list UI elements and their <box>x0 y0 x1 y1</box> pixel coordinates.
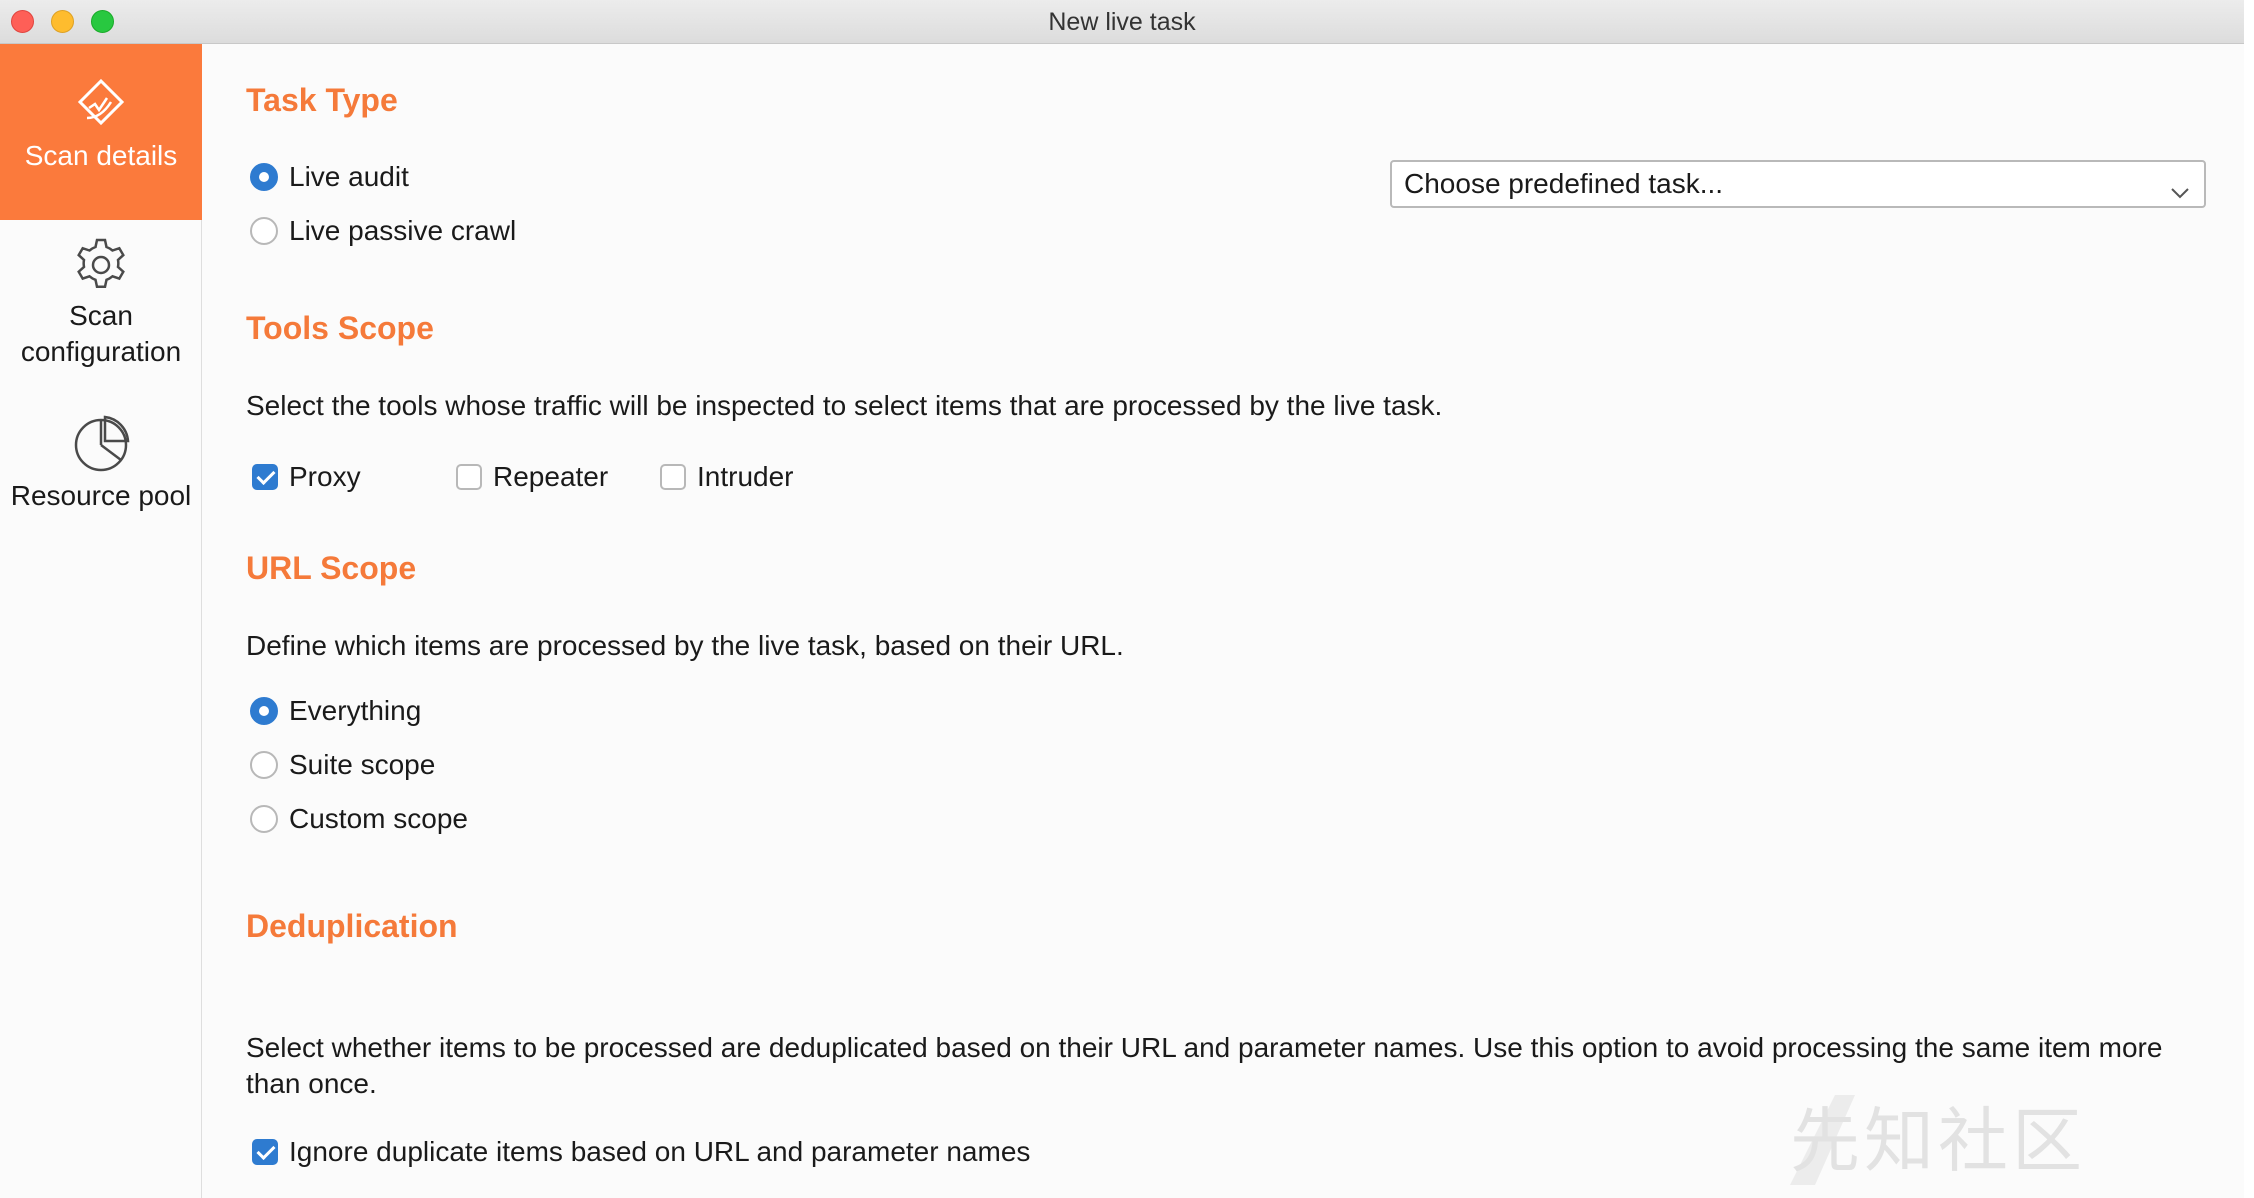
radio-suite-scope[interactable]: Suite scope <box>250 749 435 781</box>
main-content: Task Type Live audit Live passive crawl … <box>203 44 2244 1198</box>
checkbox-label: Intruder <box>697 461 794 492</box>
checkbox[interactable] <box>252 1139 278 1165</box>
sidebar-item-label: Scan configuration <box>20 300 182 367</box>
watermark: 先知社区 <box>1790 1102 2086 1180</box>
pie-chart-icon <box>0 414 202 474</box>
checkbox-repeater[interactable]: Repeater <box>456 461 608 493</box>
sidebar-item-scan-details[interactable]: Scan details <box>0 44 202 220</box>
radio-button[interactable] <box>250 805 278 833</box>
radio-button[interactable] <box>250 697 278 725</box>
radio-live-audit[interactable]: Live audit <box>250 161 409 193</box>
sidebar: Scan details Scan configuration Resource… <box>0 44 202 1198</box>
background-window-edge <box>2244 0 2254 1198</box>
radio-custom-scope[interactable]: Custom scope <box>250 803 468 835</box>
select-value: Choose predefined task... <box>1404 168 1724 199</box>
dialog-window: New live task Scan details Scan configur… <box>0 0 2244 1198</box>
checkbox[interactable] <box>252 464 278 490</box>
title-bar: New live task <box>0 0 2244 44</box>
checkbox-label: Ignore duplicate items based on URL and … <box>289 1136 1031 1167</box>
checkbox-intruder[interactable]: Intruder <box>660 461 794 493</box>
chevron-down-icon <box>2170 175 2190 207</box>
radio-live-passive-crawl[interactable]: Live passive crawl <box>250 215 516 247</box>
url-scope-heading: URL Scope <box>246 550 417 586</box>
radio-label: Suite scope <box>289 749 436 780</box>
checkbox-label: Proxy <box>289 461 361 492</box>
predefined-task-select[interactable]: Choose predefined task... <box>1390 160 2206 208</box>
radio-everything[interactable]: Everything <box>250 695 421 727</box>
radio-label: Live audit <box>289 161 409 192</box>
checkbox-proxy[interactable]: Proxy <box>252 461 361 493</box>
radar-icon <box>0 78 202 132</box>
deduplication-heading: Deduplication <box>246 908 458 944</box>
checkbox[interactable] <box>660 464 686 490</box>
radio-label: Everything <box>289 695 422 726</box>
checkbox[interactable] <box>456 464 482 490</box>
window-title: New live task <box>1048 8 1196 36</box>
radio-label: Custom scope <box>289 803 468 834</box>
radio-button[interactable] <box>250 217 278 245</box>
checkbox-ignore-duplicates[interactable]: Ignore duplicate items based on URL and … <box>252 1136 1030 1168</box>
checkbox-label: Repeater <box>493 461 609 492</box>
gear-icon <box>0 236 202 294</box>
radio-button[interactable] <box>250 751 278 779</box>
sidebar-item-label: Scan details <box>24 140 178 171</box>
radio-button[interactable] <box>250 163 278 191</box>
sidebar-item-scan-configuration[interactable]: Scan configuration <box>0 236 202 386</box>
url-scope-description: Define which items are processed by the … <box>246 630 1124 661</box>
sidebar-item-label: Resource pool <box>10 480 192 511</box>
radio-label: Live passive crawl <box>289 215 517 246</box>
tools-scope-description: Select the tools whose traffic will be i… <box>246 390 1443 421</box>
task-type-heading: Task Type <box>246 82 398 118</box>
sidebar-item-resource-pool[interactable]: Resource pool <box>0 414 202 564</box>
tools-scope-heading: Tools Scope <box>246 310 434 346</box>
